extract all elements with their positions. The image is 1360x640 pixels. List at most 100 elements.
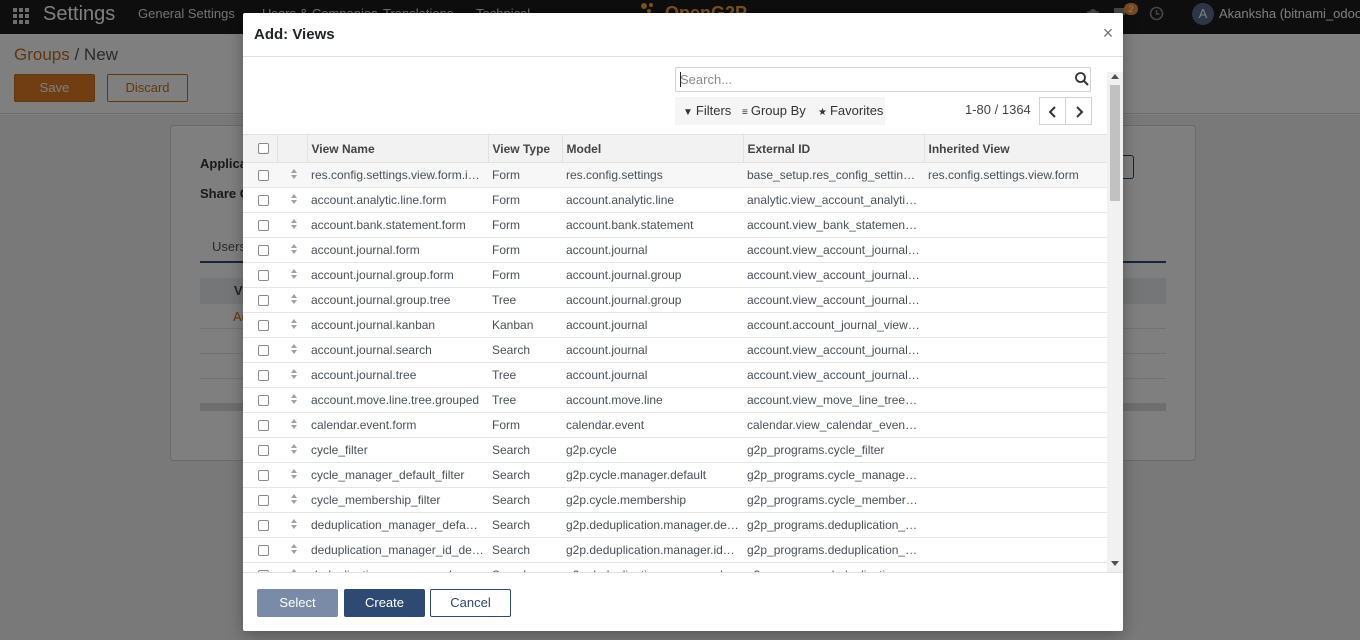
- row-checkbox[interactable]: [258, 444, 269, 456]
- drag-handle-cell[interactable]: [277, 562, 307, 572]
- drag-handle-icon[interactable]: [290, 418, 298, 430]
- column-view-type[interactable]: View Type: [488, 134, 563, 163]
- drag-handle-icon[interactable]: [290, 193, 298, 205]
- scrollbar-thumb[interactable]: [1110, 85, 1120, 201]
- close-icon[interactable]: ×: [1100, 23, 1116, 43]
- filters-button[interactable]: ▼ Filters: [683, 103, 731, 118]
- row-checkbox-cell[interactable]: [243, 537, 277, 563]
- drag-handle-cell[interactable]: [277, 312, 307, 338]
- group-by-button[interactable]: ≡ Group By: [742, 103, 806, 118]
- row-checkbox[interactable]: [258, 469, 269, 481]
- drag-handle-cell[interactable]: [277, 237, 307, 263]
- drag-handle-cell[interactable]: [277, 537, 307, 563]
- column-external-id[interactable]: External ID: [743, 134, 925, 163]
- drag-handle-icon[interactable]: [290, 493, 298, 505]
- column-model[interactable]: Model: [562, 134, 744, 163]
- row-checkbox[interactable]: [258, 219, 269, 231]
- row-checkbox-cell[interactable]: [243, 237, 277, 263]
- drag-handle-icon[interactable]: [290, 368, 298, 380]
- table-row[interactable]: account.journal.tree Tree account.journal a…: [243, 362, 1107, 388]
- drag-handle-icon[interactable]: [290, 393, 298, 405]
- table-row[interactable]: calendar.event.form Form calendar.event cal…: [243, 412, 1107, 438]
- row-checkbox[interactable]: [258, 344, 269, 356]
- drag-handle-cell[interactable]: [277, 162, 307, 188]
- column-view-name[interactable]: View Name: [307, 134, 489, 163]
- row-checkbox[interactable]: [258, 319, 269, 331]
- search-icon[interactable]: [1074, 71, 1090, 87]
- cancel-button[interactable]: Cancel: [430, 589, 511, 617]
- select-all-checkbox-cell[interactable]: [243, 134, 278, 163]
- row-checkbox-cell[interactable]: [243, 312, 277, 338]
- table-row[interactable]: deduplication_manager_default... Search g2…: [243, 512, 1107, 538]
- row-checkbox-cell[interactable]: [243, 487, 277, 513]
- row-checkbox[interactable]: [258, 419, 269, 431]
- pager-next-button[interactable]: [1065, 97, 1092, 125]
- scroll-up-arrow-icon[interactable]: [1111, 74, 1119, 79]
- drag-handle-icon[interactable]: [290, 518, 298, 530]
- row-checkbox[interactable]: [258, 294, 269, 306]
- table-row[interactable]: account.bank.statement.form Form account.b…: [243, 212, 1107, 238]
- row-checkbox-cell[interactable]: [243, 287, 277, 313]
- row-checkbox[interactable]: [258, 519, 269, 531]
- drag-handle-cell[interactable]: [277, 362, 307, 388]
- scroll-down-arrow-icon[interactable]: [1111, 561, 1119, 566]
- row-checkbox[interactable]: [258, 269, 269, 281]
- drag-handle-icon[interactable]: [290, 318, 298, 330]
- table-row[interactable]: account.journal.kanban Kanban account.jour…: [243, 312, 1107, 338]
- drag-handle-icon[interactable]: [290, 443, 298, 455]
- row-checkbox-cell[interactable]: [243, 212, 277, 238]
- table-row[interactable]: deduplication_manager_id_ded... Search g2p…: [243, 537, 1107, 563]
- drag-handle-icon[interactable]: [290, 343, 298, 355]
- row-checkbox-cell[interactable]: [243, 562, 277, 572]
- drag-handle-icon[interactable]: [290, 243, 298, 255]
- drag-handle-cell[interactable]: [277, 462, 307, 488]
- table-row[interactable]: cycle_manager_default_filter Search g2p.cy…: [243, 462, 1107, 488]
- row-checkbox[interactable]: [258, 394, 269, 406]
- favorites-button[interactable]: ★ Favorites: [818, 103, 883, 118]
- drag-handle-cell[interactable]: [277, 412, 307, 438]
- drag-handle-cell[interactable]: [277, 337, 307, 363]
- row-checkbox[interactable]: [258, 494, 269, 506]
- drag-handle-icon[interactable]: [290, 218, 298, 230]
- drag-handle-icon[interactable]: [290, 543, 298, 555]
- select-all-checkbox[interactable]: [258, 143, 269, 154]
- table-row[interactable]: account.journal.form Form account.journal a…: [243, 237, 1107, 263]
- drag-handle-cell[interactable]: [277, 437, 307, 463]
- drag-handle-cell[interactable]: [277, 387, 307, 413]
- row-checkbox-cell[interactable]: [243, 412, 277, 438]
- drag-handle-icon[interactable]: [290, 468, 298, 480]
- table-row[interactable]: account.journal.group.tree Tree account.jo…: [243, 287, 1107, 313]
- drag-handle-cell[interactable]: [277, 512, 307, 538]
- row-checkbox-cell[interactable]: [243, 462, 277, 488]
- table-row[interactable]: res.config.settings.view.form.in... Form r…: [243, 162, 1107, 188]
- row-checkbox[interactable]: [258, 244, 269, 256]
- row-checkbox-cell[interactable]: [243, 187, 277, 213]
- row-checkbox-cell[interactable]: [243, 387, 277, 413]
- pager-value[interactable]: 1-80 / 1364: [965, 102, 1031, 117]
- table-row[interactable]: account.analytic.line.form Form account.an…: [243, 187, 1107, 213]
- drag-handle-icon[interactable]: [290, 268, 298, 280]
- row-checkbox-cell[interactable]: [243, 362, 277, 388]
- pager-previous-button[interactable]: [1039, 97, 1066, 125]
- row-checkbox[interactable]: [258, 369, 269, 381]
- row-checkbox[interactable]: [258, 544, 269, 556]
- row-checkbox-cell[interactable]: [243, 512, 277, 538]
- drag-handle-icon[interactable]: [290, 293, 298, 305]
- row-checkbox-cell[interactable]: [243, 262, 277, 288]
- table-row[interactable]: account.journal.search Search account.jour…: [243, 337, 1107, 363]
- select-button[interactable]: Select: [257, 589, 338, 617]
- table-row[interactable]: deduplication_manager_phone...Searchg2p.…: [243, 562, 1107, 572]
- table-row[interactable]: account.move.line.tree.grouped Tree accoun…: [243, 387, 1107, 413]
- row-checkbox-cell[interactable]: [243, 337, 277, 363]
- drag-handle-cell[interactable]: [277, 287, 307, 313]
- column-inherited-view[interactable]: Inherited View: [924, 134, 1107, 163]
- drag-handle-cell[interactable]: [277, 187, 307, 213]
- row-checkbox-cell[interactable]: [243, 162, 277, 188]
- table-row[interactable]: cycle_membership_filter Search g2p.cycle.m…: [243, 487, 1107, 513]
- row-checkbox[interactable]: [258, 194, 269, 206]
- drag-handle-cell[interactable]: [277, 487, 307, 513]
- vertical-scrollbar[interactable]: [1107, 72, 1123, 572]
- row-checkbox[interactable]: [258, 169, 269, 181]
- drag-handle-icon[interactable]: [290, 168, 298, 180]
- row-checkbox-cell[interactable]: [243, 437, 277, 463]
